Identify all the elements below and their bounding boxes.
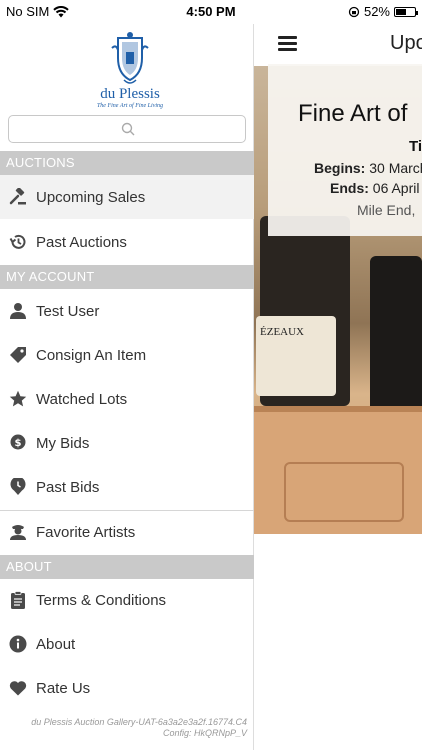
menu-item-label: Past Bids — [36, 478, 100, 496]
menu-item-label: Favorite Artists — [36, 523, 136, 541]
clipboard-icon — [11, 591, 25, 609]
sale-ends: Ends: 06 April — [330, 180, 419, 196]
user-icon — [10, 303, 26, 319]
battery-percent: 52% — [363, 4, 390, 19]
star-icon — [9, 390, 27, 407]
dollar-pin-icon: $ — [10, 434, 26, 450]
menu-item-upcoming-sales[interactable]: Upcoming Sales — [0, 175, 254, 219]
begins-label: Begins: — [314, 160, 366, 176]
battery-icon — [394, 6, 418, 17]
menu-item-label: About — [36, 635, 76, 653]
menu-item-label: Consign An Item — [36, 346, 147, 364]
heart-icon — [9, 681, 27, 696]
main-content: Upo ÉZEAUX Fine Art of Ti Begins: 30 Mar… — [254, 24, 422, 750]
top-bar-title: Upo — [390, 32, 422, 54]
bottle-shape — [370, 256, 422, 416]
ends-value: 06 April — [372, 180, 420, 196]
brand-name: du Plessis — [100, 86, 160, 102]
section-header-about: ABOUT — [0, 555, 254, 579]
clock-pin-icon — [10, 478, 26, 495]
search-box[interactable] — [8, 115, 246, 143]
menu-item-label: Test User — [36, 302, 100, 320]
menu-item-my-bids[interactable]: $ My Bids — [0, 421, 254, 465]
status-bar: No SIM 4:50 PM 52% — [0, 0, 422, 24]
sale-location: Mile End, — [357, 202, 416, 218]
menu-item-test-user[interactable]: Test User — [0, 289, 254, 333]
brand-tagline: The Fine Art of Fine Living — [96, 103, 164, 109]
info-icon — [9, 635, 27, 653]
menu-item-past-auctions[interactable]: Past Auctions — [0, 220, 254, 264]
menu-item-label: Terms & Conditions — [36, 591, 167, 609]
menu-item-consign[interactable]: Consign An Item — [0, 333, 254, 377]
menu-item-label: Rate Us — [36, 679, 91, 697]
svg-text:$: $ — [15, 438, 22, 449]
orientation-lock-icon — [348, 6, 360, 17]
hamburger-menu-icon[interactable] — [278, 36, 297, 51]
crest-icon — [111, 32, 149, 84]
bottle-label: ÉZEAUX — [256, 316, 336, 396]
menu-item-terms[interactable]: Terms & Conditions — [0, 578, 254, 622]
menu-item-label: Watched Lots — [36, 390, 128, 408]
side-drawer: du Plessis The Fine Art of Fine Living A… — [0, 24, 254, 750]
menu-item-label: My Bids — [36, 434, 90, 452]
begins-value: 30 March — [369, 160, 422, 176]
sale-title: Fine Art of — [298, 100, 408, 127]
battery-fill — [396, 8, 407, 15]
artist-icon — [10, 525, 26, 540]
wine-crate — [254, 406, 422, 534]
status-right: 52% — [348, 4, 418, 19]
sale-begins: Begins: 30 March — [314, 160, 422, 176]
menu-item-rate-us[interactable]: Rate Us — [0, 666, 254, 710]
section-header-auctions: AUCTIONS — [0, 151, 254, 175]
sale-subtitle: Ti — [409, 138, 422, 155]
menu-item-past-bids[interactable]: Past Bids — [0, 465, 254, 509]
section-header-my-account: MY ACCOUNT — [0, 265, 254, 289]
sale-info-card[interactable]: Fine Art of Ti Begins: 30 March Ends: 06… — [268, 64, 422, 236]
menu-item-label: Past Auctions — [36, 233, 127, 251]
build-info-line1: du Plessis Auction Gallery-UAT-6a3a2e3a2… — [31, 717, 247, 727]
search-icon — [121, 122, 135, 136]
menu-item-favorite-artists[interactable]: Favorite Artists — [0, 510, 254, 554]
menu-item-about[interactable]: About — [0, 622, 254, 666]
build-info-line2: Config: HkQRNpP_V — [162, 728, 247, 738]
crate-stamp — [284, 462, 404, 522]
menu-item-label: Upcoming Sales — [36, 188, 146, 206]
build-info: du Plessis Auction Gallery-UAT-6a3a2e3a2… — [31, 717, 247, 739]
menu-item-watched-lots[interactable]: Watched Lots — [0, 377, 254, 421]
tag-icon — [10, 347, 26, 363]
brand-logo[interactable]: du Plessis The Fine Art of Fine Living — [90, 30, 170, 116]
ends-label: Ends: — [330, 180, 369, 196]
top-bar: Upo — [254, 24, 422, 66]
history-icon — [9, 234, 26, 249]
gavel-icon — [9, 188, 26, 205]
